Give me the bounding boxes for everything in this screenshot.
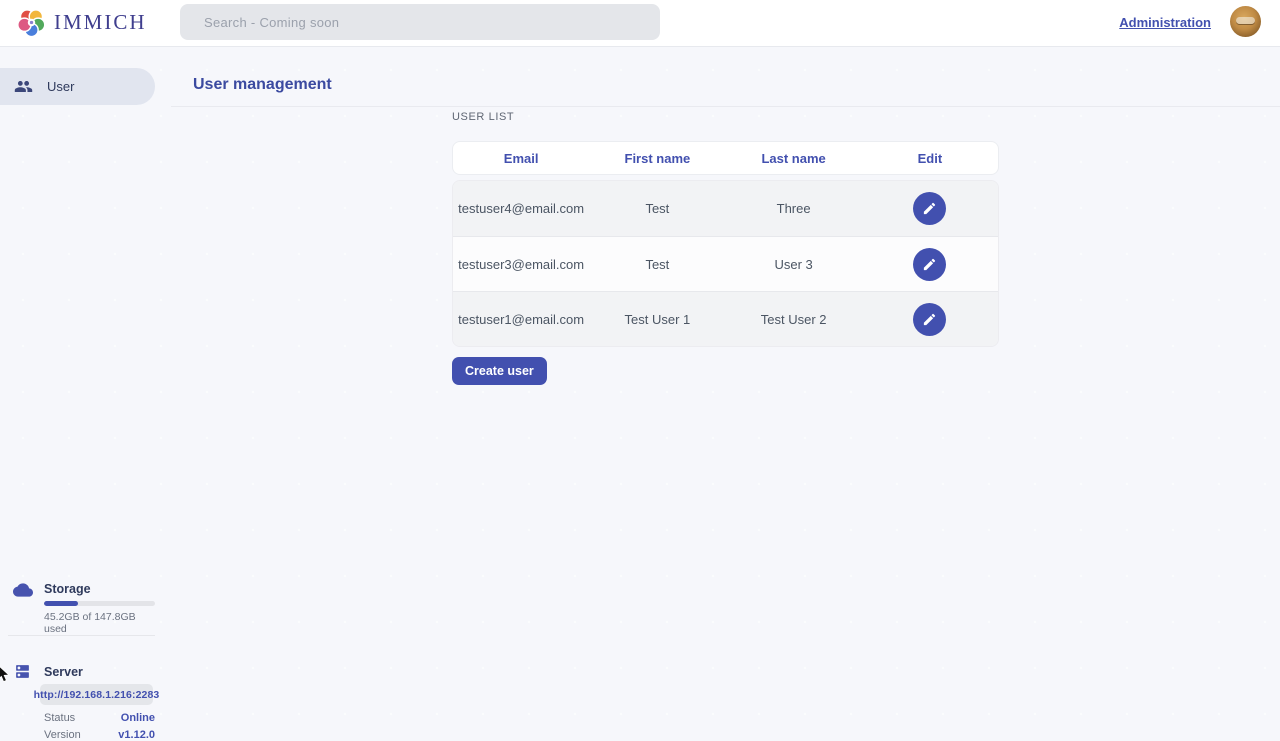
cell-email: testuser3@email.com xyxy=(453,257,589,272)
cell-edit xyxy=(862,248,998,281)
edit-user-button[interactable] xyxy=(913,192,946,225)
cell-first-name: Test User 1 xyxy=(589,312,725,327)
column-header-first-name: First name xyxy=(589,151,725,166)
edit-user-button[interactable] xyxy=(913,303,946,336)
create-user-button[interactable]: Create user xyxy=(452,357,547,385)
storage-title: Storage xyxy=(44,582,91,596)
storage-usage-text: 45.2GB of 147.8GB used xyxy=(44,611,155,635)
sidebar-status-panel: Storage 45.2GB of 147.8GB used Server ht… xyxy=(0,574,155,730)
cell-last-name: Three xyxy=(726,201,862,216)
server-icon xyxy=(14,663,31,680)
cloud-icon xyxy=(13,580,33,600)
top-navbar: IMMICH Administration xyxy=(0,0,1280,47)
cell-last-name: User 3 xyxy=(726,257,862,272)
table-row: testuser4@email.comTestThree xyxy=(453,181,998,236)
cell-edit xyxy=(862,303,998,336)
user-table-body: testuser4@email.comTestThree testuser3@e… xyxy=(452,180,999,347)
cell-email: testuser4@email.com xyxy=(453,201,589,216)
panel-divider xyxy=(8,635,155,636)
cell-last-name: Test User 2 xyxy=(726,312,862,327)
server-title: Server xyxy=(44,665,83,679)
cell-email: testuser1@email.com xyxy=(453,312,589,327)
user-table-header: EmailFirst nameLast nameEdit xyxy=(452,141,999,175)
version-label: Version xyxy=(44,729,81,741)
pencil-icon xyxy=(922,201,937,216)
status-value: Online xyxy=(121,712,155,724)
storage-progress-fill xyxy=(44,601,78,606)
column-header-edit: Edit xyxy=(862,151,998,166)
section-label: USER LIST xyxy=(452,111,514,123)
cell-edit xyxy=(862,192,998,225)
pencil-icon xyxy=(922,257,937,272)
app-title: IMMICH xyxy=(54,10,147,35)
user-avatar[interactable] xyxy=(1230,6,1261,37)
pencil-icon xyxy=(922,312,937,327)
table-row: testuser3@email.comTestUser 3 xyxy=(453,236,998,291)
edit-user-button[interactable] xyxy=(913,248,946,281)
search-input[interactable] xyxy=(180,4,660,40)
administration-link[interactable]: Administration xyxy=(1119,15,1211,30)
title-divider xyxy=(171,106,1280,107)
storage-progress-bar xyxy=(44,601,155,606)
status-label: Status xyxy=(44,712,75,724)
app-logo[interactable]: IMMICH xyxy=(17,8,147,37)
cell-first-name: Test xyxy=(589,257,725,272)
cell-first-name: Test xyxy=(589,201,725,216)
page-title: User management xyxy=(193,76,332,94)
page-body: User User management USER LIST EmailFirs… xyxy=(0,47,1280,730)
column-header-email: Email xyxy=(453,151,589,166)
column-header-last-name: Last name xyxy=(726,151,862,166)
sidebar-item-user[interactable]: User xyxy=(0,68,155,105)
table-row: testuser1@email.comTest User 1Test User … xyxy=(453,291,998,346)
users-icon xyxy=(14,77,33,96)
version-value: v1.12.0 xyxy=(118,729,155,741)
sidebar-item-label: User xyxy=(47,79,74,94)
immich-flower-icon xyxy=(17,8,46,37)
server-url-chip: http://192.168.1.216:2283 xyxy=(40,684,153,705)
